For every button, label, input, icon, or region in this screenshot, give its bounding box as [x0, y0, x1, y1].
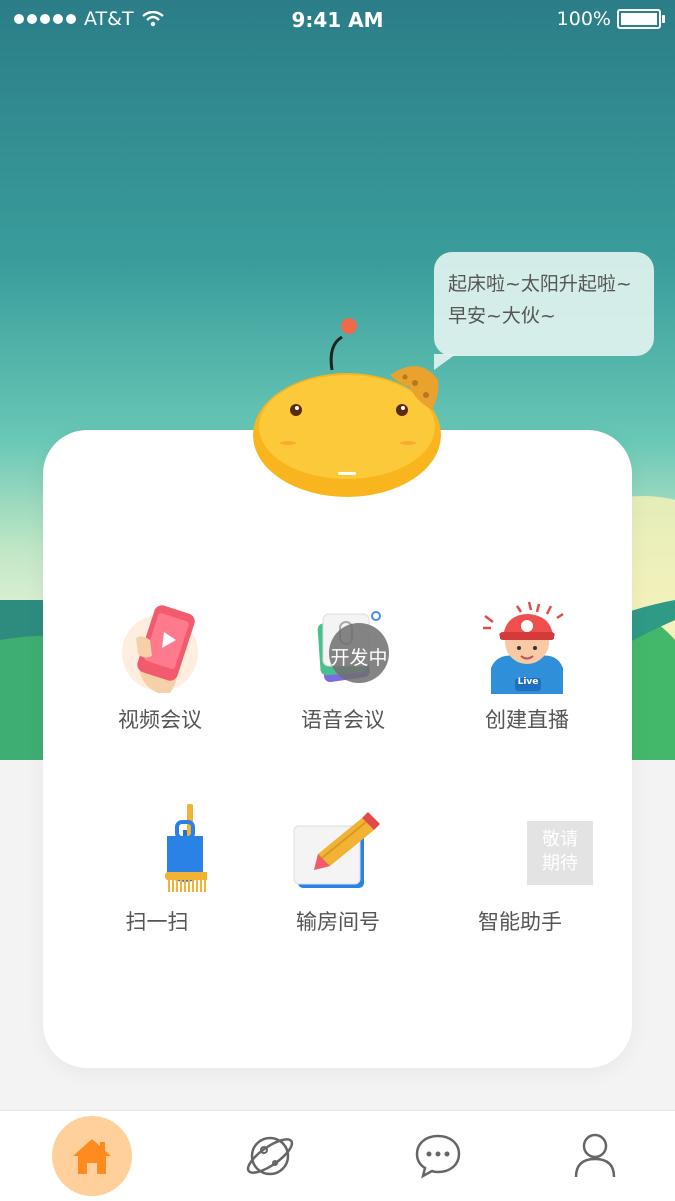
- tab-home[interactable]: [8, 1111, 176, 1201]
- video-phone-icon: [122, 605, 198, 693]
- tab-profile[interactable]: [511, 1111, 675, 1201]
- bubble-line-2: 早安~大伙~: [448, 305, 556, 327]
- planet-icon: [246, 1136, 294, 1176]
- tab-discover[interactable]: [186, 1111, 354, 1201]
- chat-icon: [415, 1134, 461, 1179]
- create-live-label: 创建直播: [485, 708, 569, 732]
- mascot-icon[interactable]: [250, 315, 445, 500]
- room-number-label: 输房间号: [296, 910, 380, 934]
- voice-meeting-button[interactable]: 开发中 语音会议: [253, 598, 433, 734]
- voice-meeting-label: 语音会议: [301, 708, 385, 732]
- in-development-badge: 开发中: [330, 647, 388, 669]
- user-icon: [574, 1133, 616, 1178]
- smart-assistant-button[interactable]: 敬请 期待 智能助手: [430, 800, 610, 936]
- broom-dustpan-icon: [165, 804, 215, 892]
- create-live-button[interactable]: Live 创建直播: [437, 598, 617, 734]
- bubble-line-1: 起床啦~太阳升起啦~: [448, 273, 632, 295]
- feature-card: [43, 430, 632, 1068]
- tab-messages[interactable]: [354, 1111, 522, 1201]
- battery-percent: 100%: [556, 8, 611, 30]
- room-number-button[interactable]: 输房间号: [248, 800, 428, 936]
- scan-label: 扫一扫: [125, 910, 189, 934]
- pencil-pad-icon: [293, 812, 380, 888]
- video-meeting-button[interactable]: 视频会议: [70, 598, 250, 734]
- status-bar: AT&T 9:41 AM 100%: [0, 0, 675, 40]
- tab-bar: [0, 1110, 675, 1201]
- live-tag: Live: [517, 677, 539, 687]
- speech-bubble: 起床啦~太阳升起啦~ 早安~大伙~: [434, 252, 654, 370]
- home-icon: [73, 1139, 111, 1174]
- scan-button[interactable]: 扫一扫: [67, 800, 247, 936]
- battery-icon: [617, 9, 665, 29]
- video-meeting-label: 视频会议: [118, 708, 202, 732]
- smart-assistant-label: 智能助手: [478, 910, 562, 934]
- coming-soon-icon: 敬请 期待: [527, 821, 593, 885]
